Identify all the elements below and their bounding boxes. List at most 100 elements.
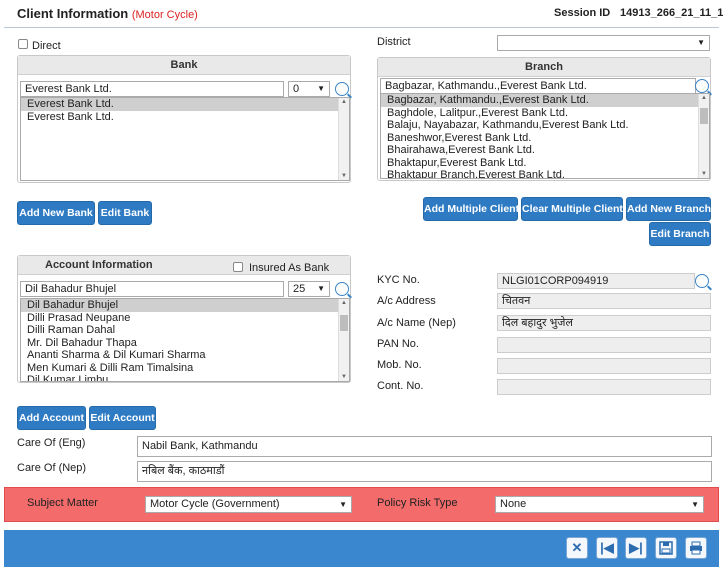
cont-input[interactable] [497,379,711,395]
cont-label: Cont. No. [377,380,424,392]
care-of-nep-input[interactable]: नबिल बैंक, काठमाडौं [137,461,712,482]
policy-risk-value: None [500,498,527,510]
district-label: District [377,36,411,48]
add-account-button[interactable]: Add Account [17,406,86,430]
pan-label: PAN No. [377,338,419,350]
care-of-eng-input[interactable]: Nabil Bank, Kathmandu [137,436,712,457]
district-select[interactable]: ▼ [497,35,710,51]
branch-search-icon[interactable] [695,79,709,93]
name-nep-input[interactable]: दिल बहादुर भुजेल [497,315,711,331]
pan-input[interactable] [497,337,711,353]
care-of-eng-label: Care Of (Eng) [17,437,86,449]
branch-list-item[interactable]: Balaju, Nayabazar, Kathmandu,Everest Ban… [381,119,709,132]
mob-input[interactable] [497,358,711,374]
bank-list-item[interactable]: Everest Bank Ltd. [21,98,349,111]
insured-as-bank-label: Insured As Bank [249,262,330,274]
header-divider [4,27,719,28]
chevron-down-icon: ▼ [339,500,347,509]
account-list-item[interactable]: Dil Kumar Limbu [21,374,349,381]
policy-risk-label: Policy Risk Type [377,497,458,509]
page-title-text: Client Information [17,6,129,21]
account-list-scrollbar[interactable]: ▲ ▼ [338,299,349,381]
subject-matter-select[interactable]: Motor Cycle (Government) ▼ [145,496,352,513]
name-nep-label: A/c Name (Nep) [377,317,456,329]
save-button[interactable] [655,537,677,559]
account-search-input[interactable]: Dil Bahadur Bhujel [20,281,284,297]
scroll-up-icon[interactable]: ▲ [339,300,349,306]
bank-search-icon[interactable] [335,82,349,96]
add-new-branch-button[interactable]: Add New Branch [626,197,711,221]
address-input[interactable]: चितवन [497,293,711,309]
add-multiple-client-button[interactable]: Add Multiple Client [423,197,519,221]
subject-matter-value: Motor Cycle (Government) [150,498,280,510]
branch-search-input[interactable]: Bagbazar, Kathmandu.,Everest Bank Ltd. [380,78,696,94]
kyc-label: KYC No. [377,274,420,286]
account-count-select[interactable]: 25 ▼ [288,281,330,297]
branch-list-item[interactable]: Baghdole, Lalitpur.,Everest Bank Ltd. [381,107,709,120]
account-list-item[interactable]: Dil Bahadur Bhujel [21,299,349,312]
scroll-down-icon[interactable]: ▼ [339,374,349,380]
account-list-item[interactable]: Dilli Prasad Neupane [21,312,349,325]
add-new-bank-button[interactable]: Add New Bank [17,201,95,225]
insured-as-bank-checkbox[interactable] [233,262,243,272]
chevron-down-icon: ▼ [317,284,325,293]
direct-checkbox[interactable] [18,39,28,49]
page-subtitle: (Motor Cycle) [131,9,198,21]
account-list-item[interactable]: Ananti Sharma & Dil Kumari Sharma [21,349,349,362]
bank-search-input[interactable]: Everest Bank Ltd. [20,81,284,97]
last-record-button[interactable]: ▶| [625,537,647,559]
bank-panel-title: Bank [18,56,350,75]
scroll-down-icon[interactable]: ▼ [699,171,709,177]
close-icon: ✕ [571,540,583,555]
scroll-thumb[interactable] [700,108,708,124]
care-of-nep-label: Care Of (Nep) [17,462,87,474]
branch-list-item[interactable]: Bhaktapur,Everest Bank Ltd. [381,157,709,170]
bank-count-value: 0 [293,83,300,95]
session-label: Session ID [554,7,611,19]
bank-list-item[interactable]: Everest Bank Ltd. [21,111,349,124]
chevron-down-icon: ▼ [697,38,705,47]
save-icon [659,541,673,555]
session-value: 14913_266_21_11_1 [620,7,723,19]
edit-branch-button[interactable]: Edit Branch [649,222,711,246]
account-count-value: 25 [293,283,306,295]
first-record-icon: |◀ [600,540,614,555]
branch-list-item[interactable]: Bhaktapur Branch,Everest Bank Ltd. [381,169,709,178]
first-record-button[interactable]: |◀ [596,537,618,559]
policy-risk-select[interactable]: None ▼ [495,496,704,513]
branch-listbox[interactable]: Bagbazar, Kathmandu.,Everest Bank Ltd. B… [380,93,710,179]
kyc-search-icon[interactable] [695,274,709,288]
direct-label: Direct [32,40,61,52]
chevron-down-icon: ▼ [691,500,699,509]
kyc-input[interactable]: NLGI01CORP094919 [497,273,695,289]
scroll-up-icon[interactable]: ▲ [339,99,349,105]
branch-list-item[interactable]: Bagbazar, Kathmandu.,Everest Bank Ltd. [381,94,709,107]
print-button[interactable] [685,537,707,559]
branch-list-item[interactable]: Baneshwor,Everest Bank Ltd. [381,132,709,145]
branch-list-scrollbar[interactable]: ▲ ▼ [698,94,709,178]
print-icon [690,541,702,555]
account-listbox[interactable]: Dil Bahadur Bhujel Dilli Prasad Neupane … [20,298,350,382]
bank-list-scrollbar[interactable]: ▲ ▼ [338,98,349,180]
account-list-item[interactable]: Dilli Raman Dahal [21,324,349,337]
account-search-icon[interactable] [335,282,349,296]
branch-list-item[interactable]: Bhairahawa,Everest Bank Ltd. [381,144,709,157]
edit-bank-button[interactable]: Edit Bank [98,201,152,225]
scroll-up-icon[interactable]: ▲ [699,95,709,101]
bank-listbox[interactable]: Everest Bank Ltd. Everest Bank Ltd. ▲ ▼ [20,97,350,181]
close-button[interactable]: ✕ [566,537,588,559]
edit-account-button[interactable]: Edit Account [89,406,156,430]
account-list-item[interactable]: Mr. Dil Bahadur Thapa [21,337,349,350]
branch-panel-title: Branch [378,58,710,77]
account-list-item[interactable]: Men Kumari & Dilli Ram Timalsina [21,362,349,375]
chevron-down-icon: ▼ [317,84,325,93]
page-title: Client Information (Motor Cycle) [17,6,198,21]
scroll-thumb[interactable] [340,315,348,331]
bank-count-select[interactable]: 0 ▼ [288,81,330,97]
scroll-down-icon[interactable]: ▼ [339,173,349,179]
subject-matter-label: Subject Matter [27,497,98,509]
last-record-icon: ▶| [629,540,643,555]
address-label: A/c Address [377,295,436,307]
mob-label: Mob. No. [377,359,422,371]
clear-multiple-client-button[interactable]: Clear Multiple Client [521,197,623,221]
